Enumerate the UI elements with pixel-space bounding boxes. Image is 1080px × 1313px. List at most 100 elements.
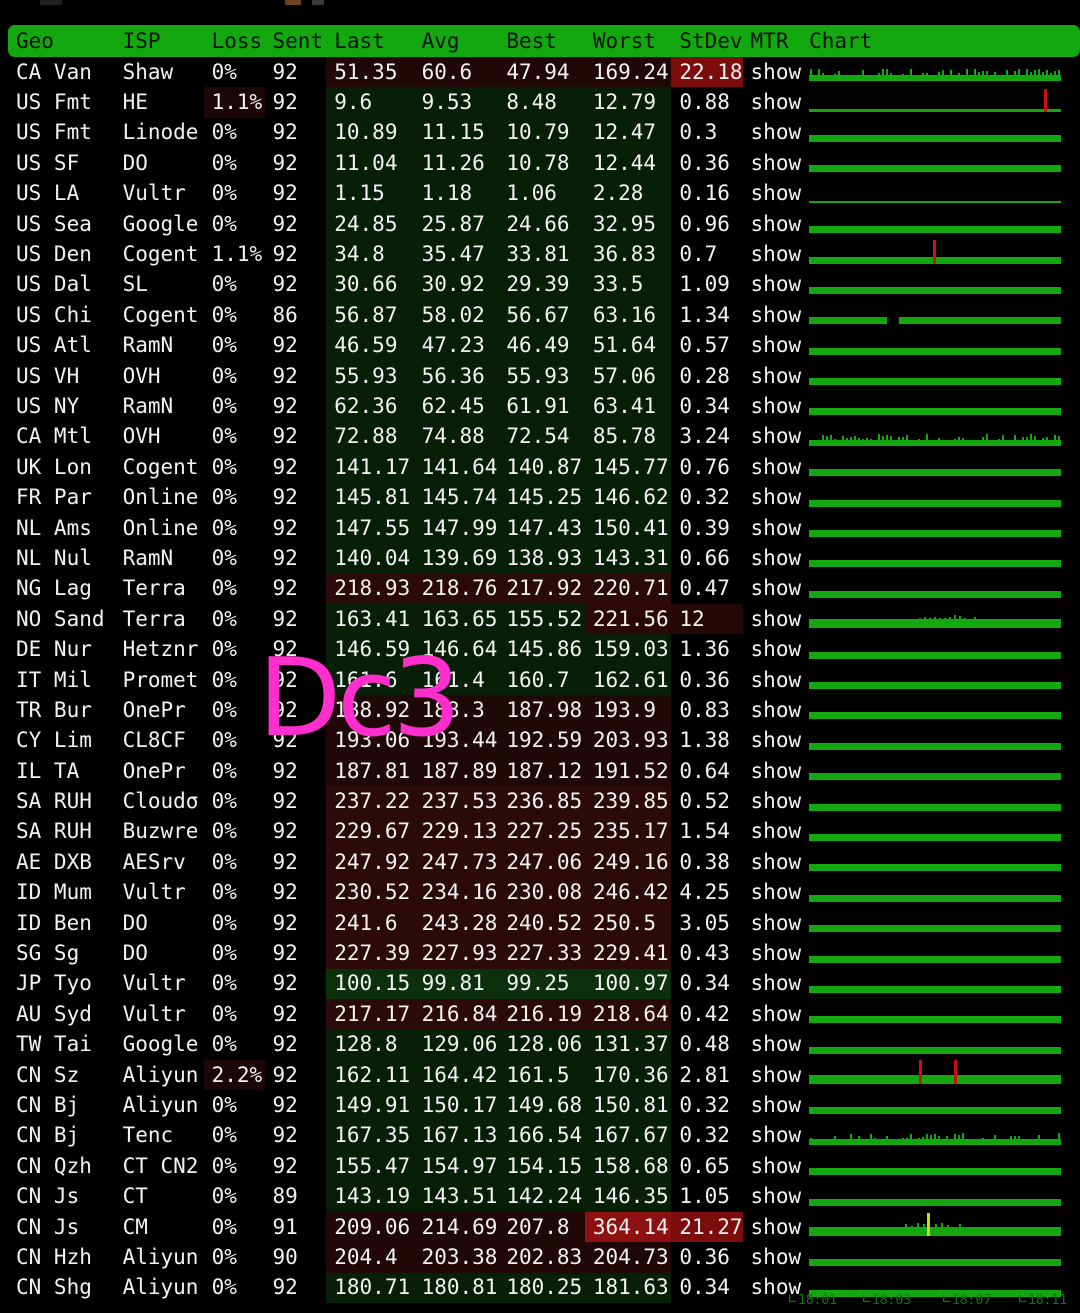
mtr-show-link[interactable]: show [743, 665, 802, 695]
cell-chart[interactable] [801, 361, 1080, 391]
mtr-show-link[interactable]: show [743, 726, 802, 756]
table-row[interactable]: CA Van Shaw 0% 92 51.35 60.6 47.94 169.24 22.18 s… [8, 57, 1080, 88]
table-row[interactable]: CN Js CM 0% 91 209.06 214.69 207.8 364.14 21.27 s… [8, 1211, 1080, 1243]
column-header-isp[interactable]: ISP [114, 25, 204, 57]
column-header-chart[interactable]: Chart [801, 25, 1080, 57]
table-row[interactable]: CY Lim CL8CF 0% 92 193.06 193.44 192.59 203.93 1… [8, 725, 1080, 756]
cell-chart[interactable] [801, 604, 1080, 634]
mtr-show-link[interactable]: show [743, 999, 802, 1029]
cell-chart[interactable] [801, 756, 1080, 786]
cell-chart[interactable] [801, 1181, 1080, 1211]
cell-chart[interactable] [801, 331, 1080, 361]
mtr-show-link[interactable]: show [743, 300, 802, 330]
table-row[interactable]: CN Sz Aliyun 2.2% 92 162.11 164.42 161.5 170.36… [8, 1059, 1080, 1091]
cell-chart[interactable] [801, 999, 1080, 1029]
table-row[interactable]: US Chi Cogent 0% 86 56.87 58.02 56.67 63.16 1.34… [8, 300, 1080, 331]
table-row[interactable]: US Dal SL 0% 92 30.66 30.92 29.39 33.5 1.09 show [8, 269, 1080, 301]
mtr-show-link[interactable]: show [743, 695, 802, 725]
cell-chart[interactable] [801, 938, 1080, 968]
table-row[interactable]: UK Lon Cogent 0% 92 141.17 141.64 140.87 145.77… [8, 452, 1080, 483]
table-row[interactable]: AE DXB AESrv 0% 92 247.92 247.73 247.06 249.16 0… [8, 847, 1080, 878]
mtr-show-link[interactable]: show [743, 361, 802, 391]
mtr-show-link[interactable]: show [743, 148, 802, 178]
mtr-show-link[interactable]: show [743, 574, 802, 604]
table-row[interactable]: CN Hzh Aliyun 0% 90 204.4 203.38 202.83 204.73 0… [8, 1242, 1080, 1273]
mtr-show-link[interactable]: show [743, 118, 802, 148]
column-header-loss[interactable]: Loss [203, 25, 265, 57]
cell-chart[interactable] [801, 878, 1080, 908]
table-row[interactable]: IT Mil Promet 0% 92 161.6 161.4 160.7 162.61 0.3… [8, 664, 1080, 696]
mtr-show-link[interactable]: show [743, 1151, 802, 1181]
table-row[interactable]: FR Par Online 0% 92 145.81 145.74 145.25 146.62… [8, 482, 1080, 513]
cell-chart[interactable] [801, 726, 1080, 756]
cell-chart[interactable] [801, 239, 1080, 269]
mtr-show-link[interactable]: show [743, 604, 802, 634]
mtr-show-link[interactable]: show [743, 452, 802, 482]
cell-chart[interactable] [801, 786, 1080, 816]
mtr-show-link[interactable]: show [743, 1242, 802, 1272]
table-row[interactable]: NL Nul RamN 0% 92 140.04 139.69 138.93 143.31 0.… [8, 543, 1080, 574]
table-row[interactable]: JP Tyo Vultr 0% 92 100.15 99.81 99.25 100.97 0.3… [8, 968, 1080, 1000]
mtr-show-link[interactable]: show [743, 543, 802, 573]
mtr-show-link[interactable]: show [743, 1030, 802, 1060]
table-row[interactable]: CN Bj Aliyun 0% 92 149.91 150.17 149.68 150.81 0… [8, 1090, 1080, 1121]
table-row[interactable]: ID Ben DO 0% 92 241.6 243.28 240.52 250.5 3.05 sh… [8, 907, 1080, 939]
table-row[interactable]: CN Qzh CT CN2 0% 92 155.47 154.97 154.15 158.68… [8, 1151, 1080, 1182]
cell-chart[interactable] [801, 1212, 1080, 1242]
mtr-show-link[interactable]: show [743, 239, 802, 269]
cell-chart[interactable] [801, 87, 1080, 117]
mtr-show-link[interactable]: show [743, 422, 802, 452]
cell-chart[interactable] [801, 634, 1080, 664]
table-row[interactable]: TR Bur OnePr 0% 92 188.92 188.3 187.98 193.9 0.8… [8, 695, 1080, 726]
cell-chart[interactable] [801, 1060, 1080, 1090]
table-row[interactable]: TW Tai Google 0% 92 128.8 129.06 128.06 131.37 0… [8, 1029, 1080, 1060]
mtr-show-link[interactable]: show [743, 1060, 802, 1090]
table-row[interactable]: US Sea Google 0% 92 24.85 25.87 24.66 32.95 0.96… [8, 208, 1080, 240]
table-row[interactable]: ID Mum Vultr 0% 92 230.52 234.16 230.08 246.42 4… [8, 877, 1080, 908]
cell-chart[interactable] [801, 482, 1080, 512]
mtr-show-link[interactable]: show [743, 1121, 802, 1151]
table-row[interactable]: CN Bj Tenc 0% 92 167.35 167.13 166.54 167.67 0.3… [8, 1120, 1080, 1152]
mtr-show-link[interactable]: show [743, 391, 802, 421]
mtr-show-link[interactable]: show [743, 482, 802, 512]
cell-chart[interactable] [801, 118, 1080, 148]
table-row[interactable]: SA RUH Cloudσ 0% 92 237.22 237.53 236.85 239.85… [8, 786, 1080, 817]
table-row[interactable]: US Atl RamN 0% 92 46.59 47.23 46.49 51.64 0.57 sh… [8, 330, 1080, 361]
cell-chart[interactable] [801, 817, 1080, 847]
table-row[interactable]: CN Js CT 0% 89 143.19 143.51 142.24 146.35 1.05 s… [8, 1181, 1080, 1212]
table-row[interactable]: SA RUH Buzwre 0% 92 229.67 229.13 227.25 235.17… [8, 816, 1080, 848]
cell-chart[interactable] [801, 513, 1080, 543]
cell-chart[interactable] [801, 391, 1080, 421]
table-row[interactable]: NL Ams Online 0% 92 147.55 147.99 147.43 150.41… [8, 512, 1080, 544]
cell-chart[interactable] [801, 1121, 1080, 1151]
column-header-geo[interactable]: Geo [8, 25, 115, 57]
table-row[interactable]: NO Sand Terra 0% 92 163.41 163.65 155.52 221.56… [8, 604, 1080, 635]
mtr-show-link[interactable]: show [743, 1212, 802, 1242]
table-row[interactable]: AU Syd Vultr 0% 92 217.17 216.84 216.19 218.64 0… [8, 999, 1080, 1030]
column-header-last[interactable]: Last [326, 25, 414, 57]
cell-chart[interactable] [801, 179, 1080, 209]
cell-chart[interactable] [801, 209, 1080, 239]
mtr-show-link[interactable]: show [743, 1090, 802, 1120]
column-header-avg[interactable]: Avg [413, 25, 499, 57]
table-row[interactable]: IL TA OnePr 0% 92 187.81 187.89 187.12 191.52 0.… [8, 755, 1080, 787]
mtr-show-link[interactable]: show [743, 969, 802, 999]
column-header-best[interactable]: Best [498, 25, 585, 57]
mtr-show-link[interactable]: show [743, 756, 802, 786]
column-header-worst[interactable]: Worst [584, 25, 672, 57]
mtr-show-link[interactable]: show [743, 1181, 802, 1211]
table-row[interactable]: CA Mtl OVH 0% 92 72.88 74.88 72.54 85.78 3.24 sho… [8, 421, 1080, 453]
mtr-show-link[interactable]: show [743, 331, 802, 361]
cell-chart[interactable] [801, 847, 1080, 877]
mtr-show-link[interactable]: show [743, 513, 802, 543]
cell-chart[interactable] [801, 543, 1080, 573]
mtr-show-link[interactable]: show [743, 87, 802, 117]
table-row[interactable]: NG Lag Terra 0% 92 218.93 218.76 217.92 220.71 0… [8, 573, 1080, 605]
table-row[interactable]: US Fmt Linode 0% 92 10.89 11.15 10.79 12.47 0.3 s… [8, 117, 1080, 149]
cell-chart[interactable] [801, 908, 1080, 938]
cell-chart[interactable] [801, 574, 1080, 604]
mtr-show-link[interactable]: show [743, 634, 802, 664]
column-header-sent[interactable]: Sent [264, 25, 327, 57]
cell-chart[interactable] [801, 695, 1080, 725]
cell-chart[interactable] [801, 270, 1080, 300]
